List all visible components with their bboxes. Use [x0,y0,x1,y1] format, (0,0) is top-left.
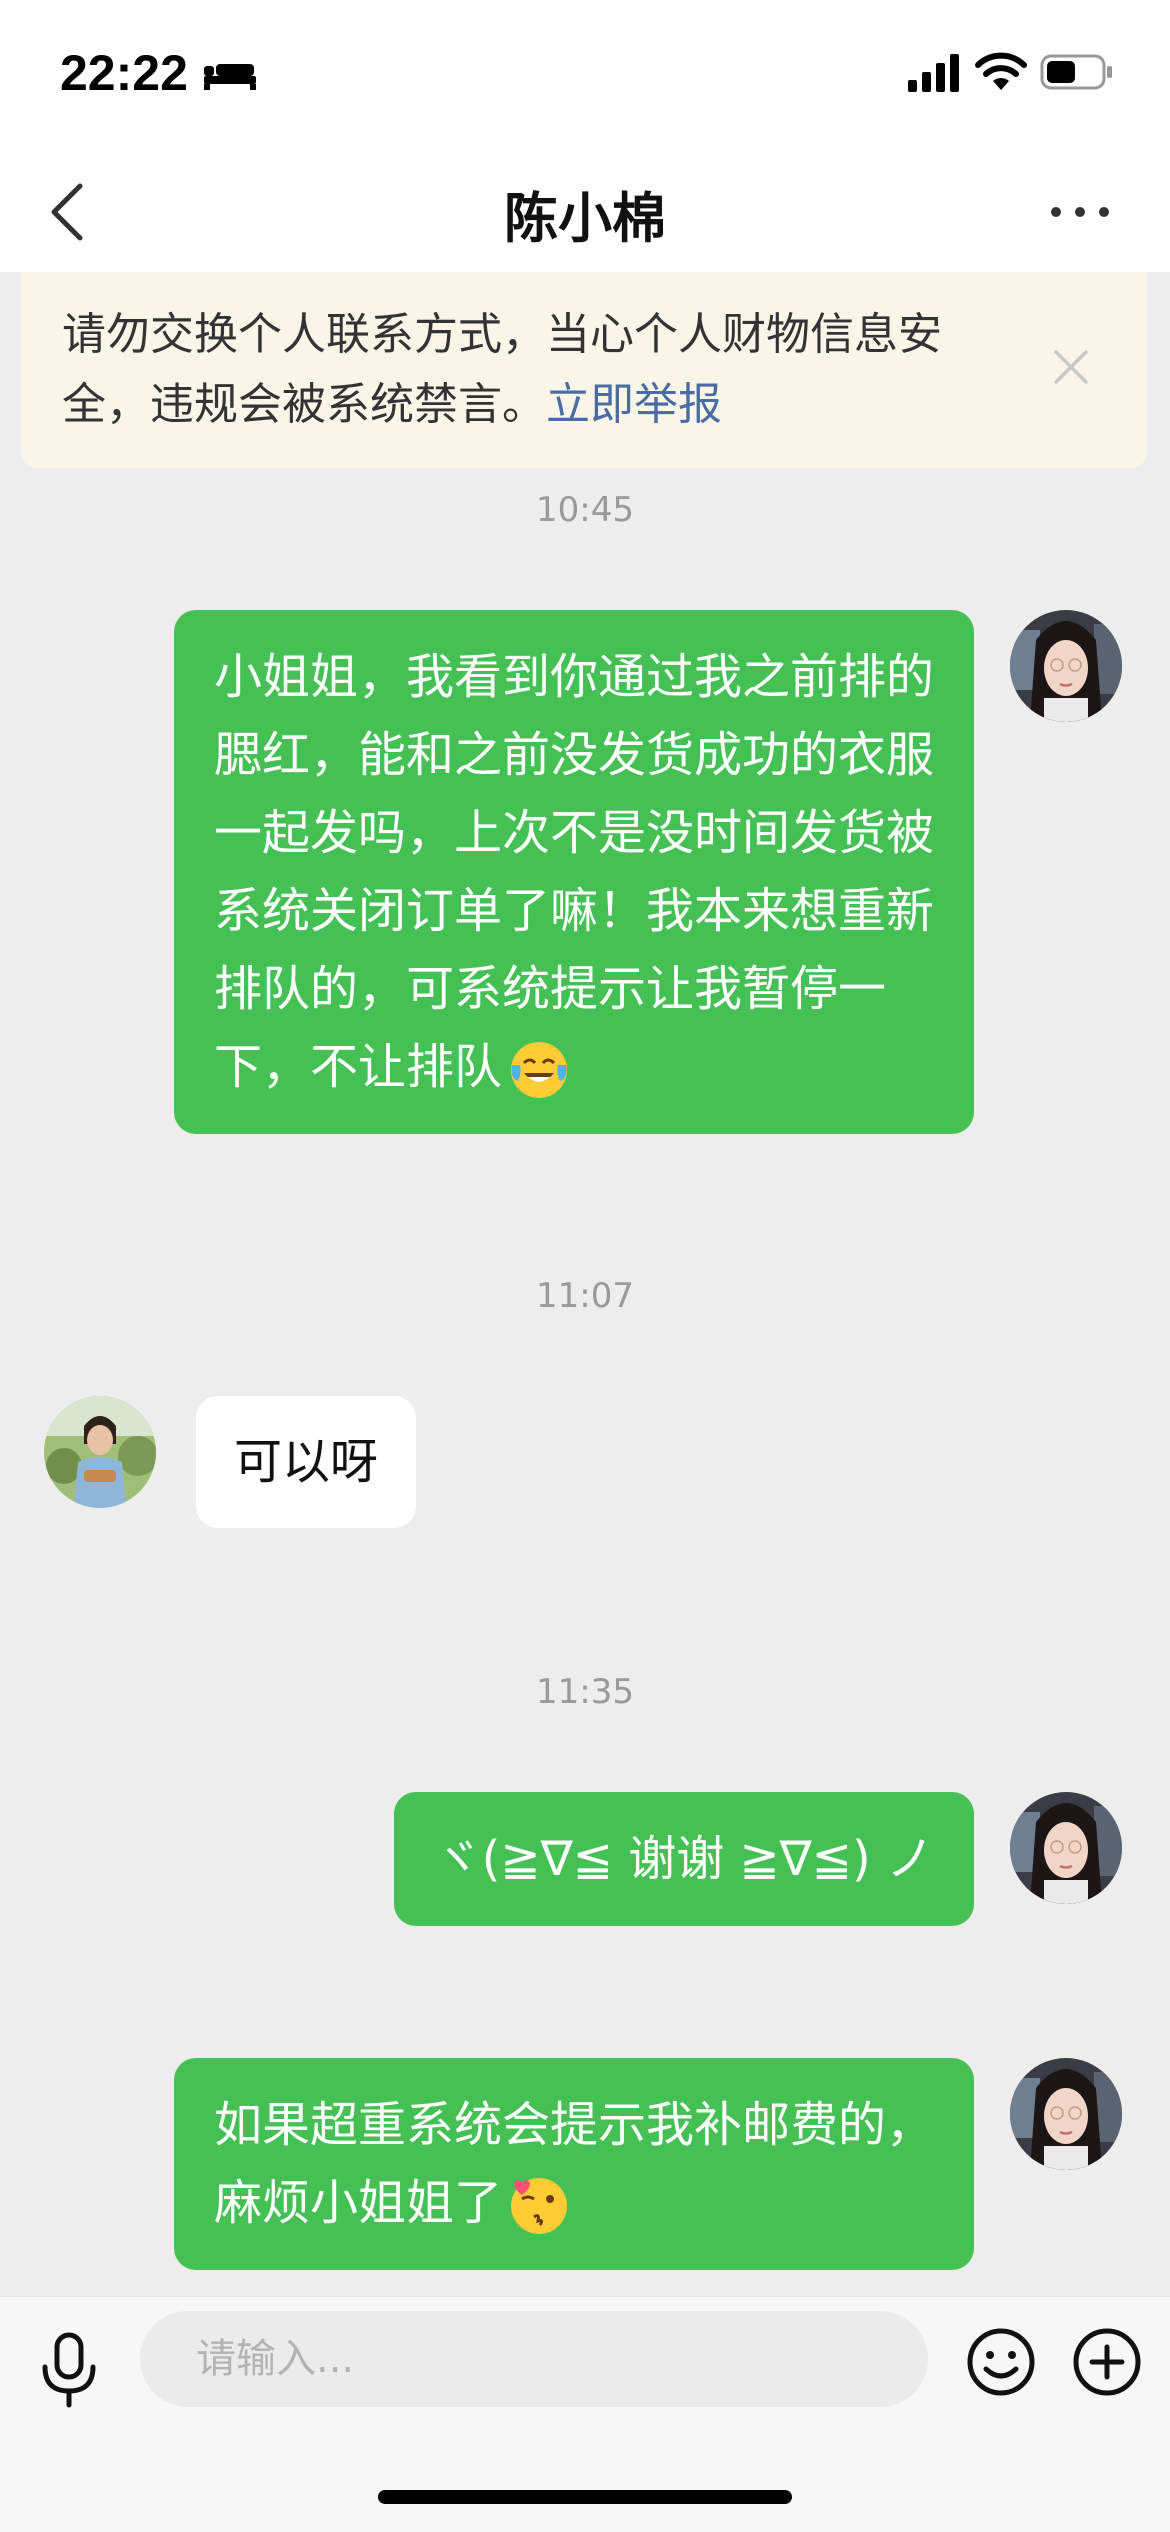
message-bubble-outgoing[interactable]: 如果超重系统会提示我补邮费的，麻烦小姐姐了 [174,2058,974,2270]
message-text: 小姐姐，我看到你通过我之前排的腮红，能和之前没发货成功的衣服一起发吗，上次不是没… [214,649,935,1095]
avatar-me[interactable] [1010,1792,1122,1904]
chat-title: 陈小棉 [504,187,666,250]
home-indicator [378,2490,792,2504]
status-bar: 22:22 [0,0,1170,150]
status-time: 22:22 [60,45,188,101]
message-text: 如果超重系统会提示我补邮费的，麻烦小姐姐了 [214,2097,935,2231]
timestamp: 10:45 [536,490,634,530]
avatar-me[interactable] [1010,2058,1122,2170]
message-input[interactable]: 请输入... [140,2311,928,2407]
message-bubble-outgoing[interactable]: ヾ(≧∇≦ 谢谢 ≧∇≦) ノ [393,1792,974,1926]
battery-icon [1040,54,1112,90]
message-text: ヾ(≧∇≦ 谢谢 ≧∇≦) ノ [433,1831,934,1887]
plus-icon[interactable] [1072,2327,1142,2397]
message-bubble-incoming[interactable]: 可以呀 [196,1396,417,1528]
emoji-icon[interactable] [966,2327,1036,2397]
nav-bar: 陈小棉 [0,150,1170,272]
timestamp: 11:35 [536,1672,634,1712]
cellular-signal-icon [908,54,959,92]
avatar-me[interactable] [1010,610,1122,722]
warning-text: 请勿交换个人联系方式，当心个人财物信息安全，违规会被系统禁言。 [62,309,942,430]
wink-kiss-emoji [511,2178,568,2234]
wifi-icon [975,52,1027,90]
microphone-icon[interactable] [36,2331,102,2411]
close-icon[interactable] [1046,342,1096,392]
laughing-tears-emoji [511,1042,568,1098]
safety-warning-banner: 请勿交换个人联系方式，当心个人财物信息安全，违规会被系统禁言。立即举报 [22,272,1146,468]
bed-icon [204,64,256,90]
report-link[interactable]: 立即举报 [546,379,722,430]
more-dots-icon[interactable] [1040,172,1120,252]
avatar-contact[interactable] [44,1396,156,1508]
timestamp: 11:07 [536,1276,634,1316]
message-text: 可以呀 [234,1434,379,1490]
message-bubble-outgoing[interactable]: 小姐姐，我看到你通过我之前排的腮红，能和之前没发货成功的衣服一起发吗，上次不是没… [174,610,974,1134]
